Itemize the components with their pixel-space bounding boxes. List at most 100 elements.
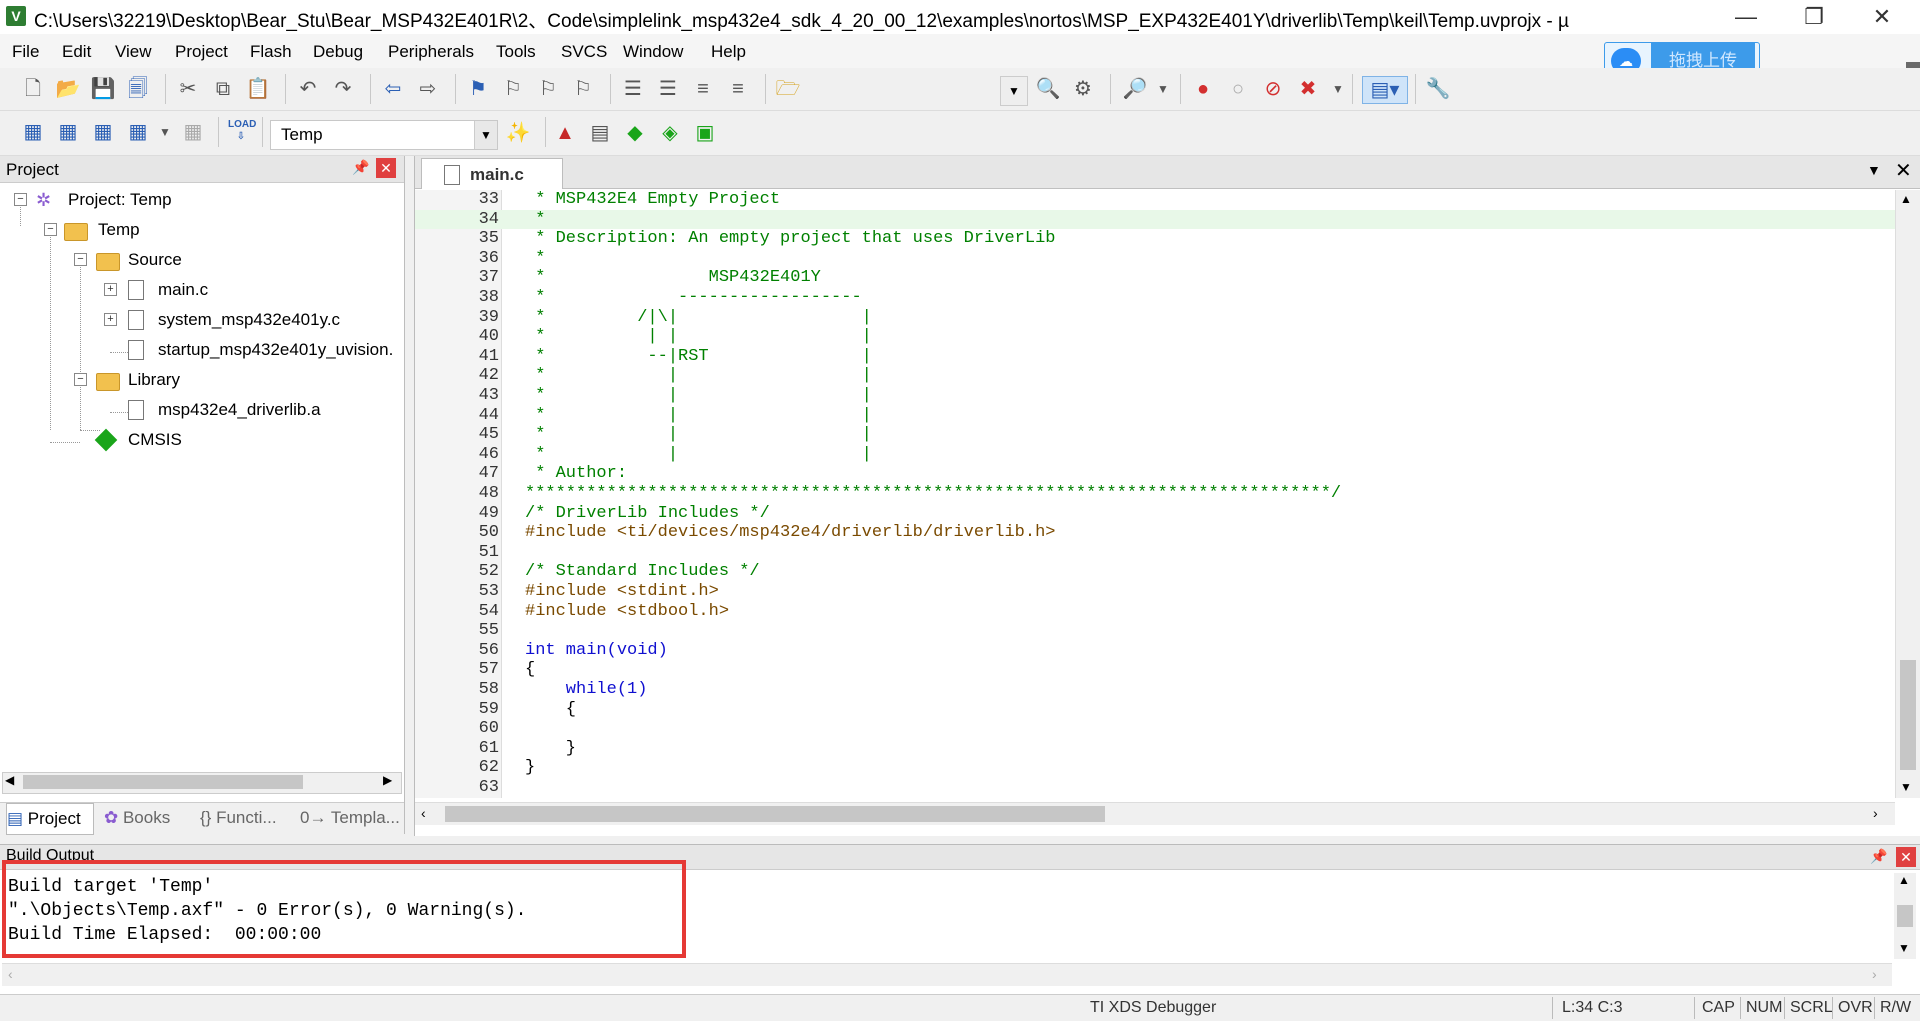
navigate-back-icon[interactable]: ⇦ <box>380 76 406 102</box>
scroll-up-icon[interactable]: ▲ <box>1898 873 1910 887</box>
stop-build-icon[interactable]: ▦ <box>180 119 206 145</box>
menu-file[interactable]: File <box>12 42 39 62</box>
debug-session-icon[interactable]: 🔎 <box>1122 76 1148 102</box>
close-editor-icon[interactable]: ✕ <box>1895 158 1912 183</box>
project-horizontal-scrollbar[interactable]: ◀ ▶ <box>2 772 402 794</box>
open-folder-icon[interactable]: 📂 <box>55 76 81 102</box>
undo-icon[interactable]: ↶ <box>295 76 321 102</box>
manage-runtime-icon[interactable]: ◆ <box>622 120 648 146</box>
new-file-icon[interactable]: 🗋 <box>20 76 46 102</box>
collapse-toggle[interactable]: − <box>14 193 27 206</box>
close-window-button[interactable]: ✕ <box>1852 0 1912 34</box>
scrollbar-thumb[interactable] <box>445 806 1105 822</box>
tab-books[interactable]: ✿ Books <box>104 803 170 833</box>
scroll-down-icon[interactable]: ▼ <box>1898 941 1910 955</box>
editor-vertical-scrollbar[interactable]: ▲ ▼ <box>1895 190 1920 798</box>
redo-icon[interactable]: ↷ <box>330 76 356 102</box>
scrollbar-thumb[interactable] <box>1900 660 1916 770</box>
scroll-up-icon[interactable]: ▲ <box>1900 192 1912 206</box>
tree-source-group[interactable]: Source <box>128 250 182 270</box>
find-dropdown[interactable]: ▼ <box>1000 76 1028 106</box>
tree-target[interactable]: Temp <box>98 220 140 240</box>
restore-button[interactable]: ❐ <box>1784 0 1844 34</box>
breakpoint-icon[interactable]: ● <box>1190 76 1216 102</box>
pack-installer-icon[interactable]: ▣ <box>692 120 718 146</box>
download-load-icon[interactable]: LOAD ⇩ <box>228 119 256 145</box>
tab-functions[interactable]: {} Functi... <box>200 803 277 833</box>
scroll-right-icon[interactable]: › <box>1873 805 1878 821</box>
pin-icon[interactable]: 📌 <box>352 159 369 176</box>
collapse-toggle[interactable]: − <box>74 373 87 386</box>
scroll-left-icon[interactable]: ‹ <box>421 805 426 821</box>
rebuild-icon[interactable]: ▦ <box>90 119 116 145</box>
scroll-right-icon[interactable]: › <box>1872 966 1877 982</box>
menu-flash[interactable]: Flash <box>250 42 292 62</box>
scroll-left-icon[interactable]: ‹ <box>8 966 13 982</box>
select-software-packs-icon[interactable]: ◈ <box>657 120 683 146</box>
batch-build-icon[interactable]: ▦ <box>125 119 151 145</box>
manage-project-items-icon[interactable]: ▲ <box>552 120 578 146</box>
uncomment-icon[interactable]: ≡ <box>725 76 751 102</box>
pin-icon[interactable]: 📌 <box>1870 848 1887 865</box>
tab-templates[interactable]: 0→ Templa... <box>300 803 400 833</box>
menu-peripherals[interactable]: Peripherals <box>388 42 474 62</box>
build-vertical-scrollbar[interactable]: ▲ ▼ <box>1894 873 1916 959</box>
scroll-down-icon[interactable]: ▼ <box>1900 780 1912 794</box>
collapse-toggle[interactable]: − <box>74 253 87 266</box>
tab-list-chevron-down-icon[interactable]: ▼ <box>1867 162 1881 178</box>
build-horizontal-scrollbar[interactable]: ‹ › <box>2 963 1892 986</box>
window-layout-icon[interactable]: ▤▾ <box>1362 76 1408 104</box>
configure-icon[interactable]: 🔧 <box>1425 76 1451 102</box>
menu-debug[interactable]: Debug <box>313 42 363 62</box>
tree-cmsis[interactable]: CMSIS <box>128 430 182 450</box>
tab-main-c[interactable]: main.c <box>421 158 563 189</box>
comment-icon[interactable]: ≡ <box>690 76 716 102</box>
scrollbar-thumb[interactable] <box>1897 905 1913 927</box>
menu-project[interactable]: Project <box>175 42 228 62</box>
tree-library-group[interactable]: Library <box>128 370 180 390</box>
menu-window[interactable]: Window <box>623 42 683 62</box>
menu-view[interactable]: View <box>115 42 152 62</box>
navigate-forward-icon[interactable]: ⇨ <box>415 76 441 102</box>
incremental-find-icon[interactable]: ⚙ <box>1070 76 1096 102</box>
menu-tools[interactable]: Tools <box>496 42 536 62</box>
copy-icon[interactable]: ⧉ <box>210 76 236 102</box>
paste-icon[interactable]: 📋 <box>245 76 271 102</box>
translate-icon[interactable]: ▦ <box>20 119 46 145</box>
close-icon[interactable]: ✕ <box>376 158 396 178</box>
build-icon[interactable]: ▦ <box>55 119 81 145</box>
breakpoint-dropdown-icon[interactable]: ▼ <box>1325 76 1351 102</box>
scrollbar-thumb[interactable] <box>23 775 303 789</box>
breakpoint-disable-icon[interactable]: ○ <box>1225 76 1251 102</box>
find-icon[interactable]: 🔍 <box>1035 76 1061 102</box>
find-in-files-icon[interactable]: 🗁 <box>775 76 801 102</box>
tree-file-startup[interactable]: startup_msp432e401y_uvision. <box>158 340 393 360</box>
collapse-toggle[interactable]: − <box>44 223 57 236</box>
bookmark-clear-icon[interactable]: ⚐ <box>570 76 596 102</box>
scroll-left-icon[interactable]: ◀ <box>5 773 14 787</box>
indent-icon[interactable]: ☰ <box>620 76 646 102</box>
cut-icon[interactable]: ✂ <box>175 76 201 102</box>
tab-project[interactable]: ▤ Project <box>6 803 94 835</box>
code-area[interactable]: 33 * MSP432E4 Empty Project 34 * 35 * Desc… <box>415 190 1895 798</box>
menu-help[interactable]: Help <box>711 42 746 62</box>
bookmark-next-icon[interactable]: ⚐ <box>535 76 561 102</box>
save-icon[interactable]: 💾 <box>90 76 116 102</box>
bookmark-prev-icon[interactable]: ⚐ <box>500 76 526 102</box>
scroll-right-icon[interactable]: ▶ <box>383 773 392 787</box>
tree-file-driverlib[interactable]: msp432e4_driverlib.a <box>158 400 321 420</box>
bookmark-insert-icon[interactable]: ⚑ <box>465 76 491 102</box>
tree-file-system[interactable]: system_msp432e401y.c <box>158 310 340 330</box>
menu-svcs[interactable]: SVCS <box>561 42 607 62</box>
minimize-button[interactable]: — <box>1716 0 1776 34</box>
close-icon[interactable]: ✕ <box>1896 847 1916 867</box>
options-for-target-icon[interactable]: ✨ <box>505 120 531 146</box>
menu-edit[interactable]: Edit <box>62 42 91 62</box>
editor-horizontal-scrollbar[interactable]: ‹ › <box>415 802 1895 825</box>
breakpoint-disable-all-icon[interactable]: ⊘ <box>1260 76 1286 102</box>
multi-project-icon[interactable]: ▤ <box>587 120 613 146</box>
batch-dropdown-icon[interactable]: ▼ <box>152 119 178 145</box>
tree-file-main-c[interactable]: main.c <box>158 280 208 300</box>
target-select[interactable]: Temp ▼ <box>270 120 498 150</box>
breakpoint-kill-all-icon[interactable]: ✖ <box>1295 76 1321 102</box>
